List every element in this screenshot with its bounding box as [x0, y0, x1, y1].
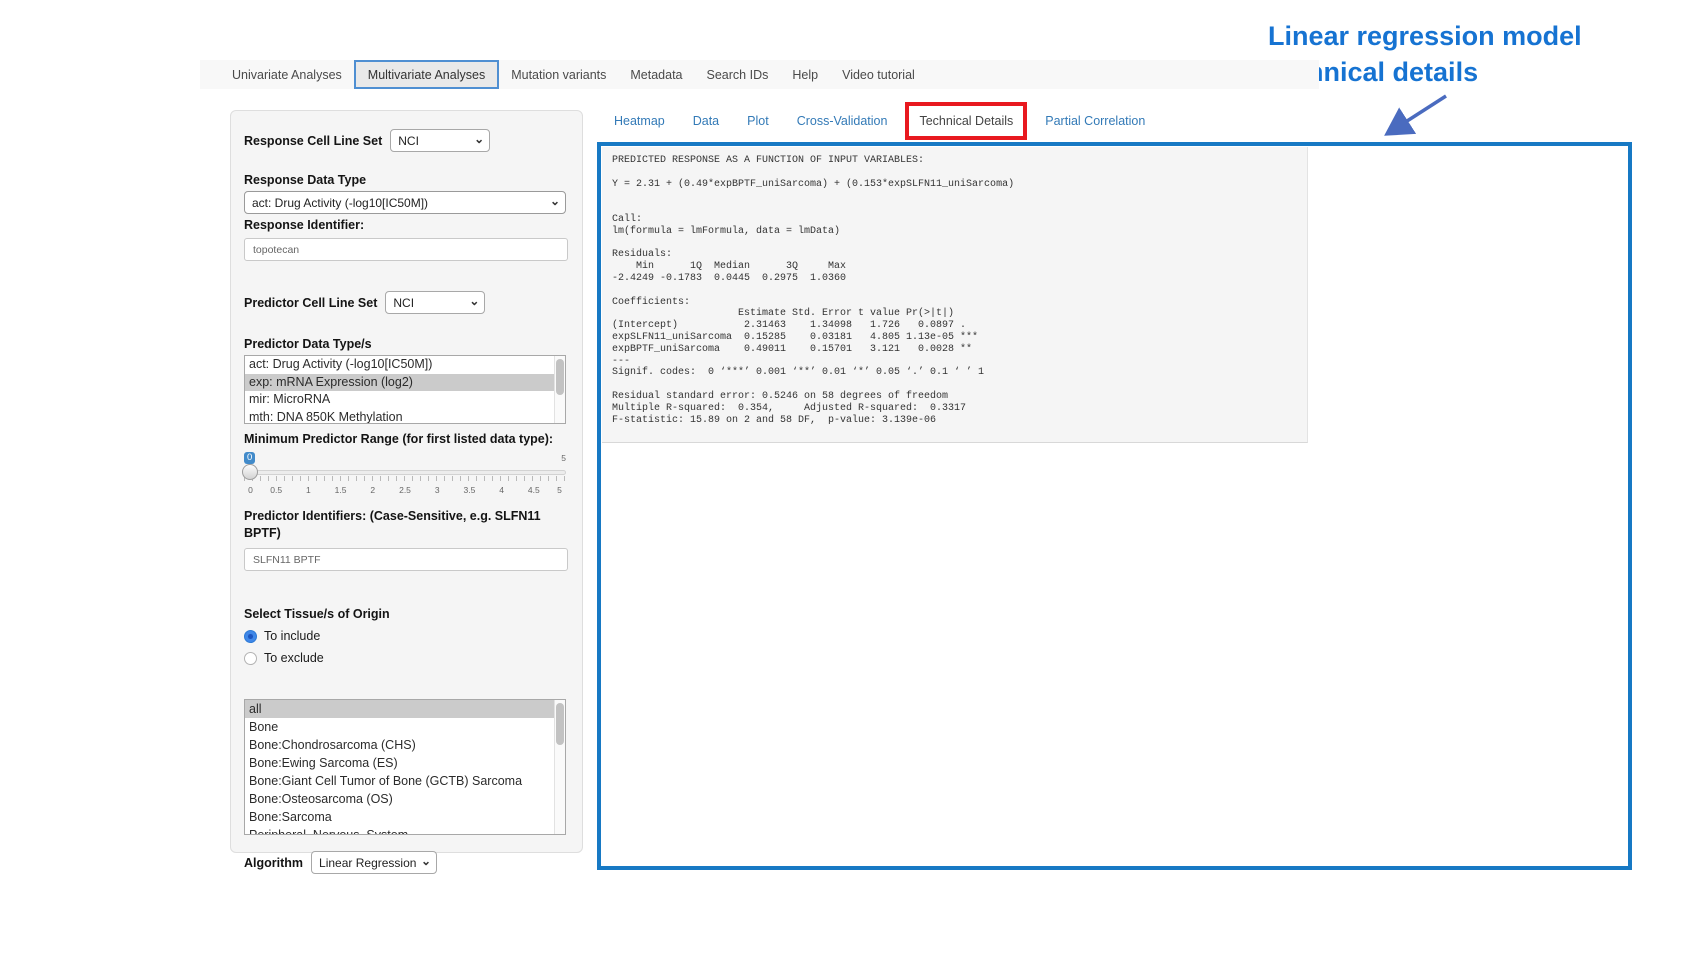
slider-grid	[244, 476, 566, 481]
tab-cross-validation[interactable]: Cross-Validation	[783, 114, 902, 128]
list-item[interactable]: act: Drug Activity (-log10[IC50M])	[245, 356, 565, 374]
list-item[interactable]: Bone:Osteosarcoma (OS)	[245, 790, 565, 808]
predictor-cell-line-set-select[interactable]: NCI ⌄	[385, 291, 485, 314]
list-item[interactable]: Bone:Sarcoma	[245, 808, 565, 826]
nav-video-tutorial[interactable]: Video tutorial	[830, 60, 927, 89]
nav-metadata[interactable]: Metadata	[618, 60, 694, 89]
response-cell-line-set-select[interactable]: NCI ⌄	[390, 129, 490, 152]
nav-multivariate-analyses[interactable]: Multivariate Analyses	[354, 60, 499, 89]
technical-details-highlight-box: Technical Details	[905, 102, 1027, 140]
list-item[interactable]: all	[245, 700, 565, 718]
nav-help[interactable]: Help	[780, 60, 830, 89]
result-tabs: Heatmap Data Plot Cross-Validation Techn…	[600, 100, 1159, 142]
algorithm-label: Algorithm	[244, 856, 303, 870]
radio-button-icon[interactable]	[244, 652, 257, 665]
tissue-origin-label: Select Tissue/s of Origin	[244, 607, 568, 621]
annotation-text: Linear regression model technical detail…	[1268, 18, 1688, 90]
list-item[interactable]: Bone:Chondrosarcoma (CHS)	[245, 736, 565, 754]
list-item[interactable]: Bone:Giant Cell Tumor of Bone (GCTB) Sar…	[245, 772, 565, 790]
list-item[interactable]: exp: mRNA Expression (log2)	[245, 374, 565, 392]
response-data-type-select[interactable]: act: Drug Activity (-log10[IC50M]) ⌄	[244, 191, 566, 214]
list-item[interactable]: Peripheral_Nervous_System	[245, 826, 565, 835]
predictor-data-types-label: Predictor Data Type/s	[244, 337, 568, 351]
annotation-line1: Linear regression model	[1268, 18, 1688, 54]
annotation-arrow-icon	[1368, 88, 1463, 146]
min-predictor-range-slider[interactable]: 0 5 0 0.5 1 1.5 2 2.5 3 3.5 4 4.5 5	[244, 452, 566, 498]
technical-details-panel: PREDICTED RESPONSE AS A FUNCTION OF INPU…	[597, 142, 1632, 870]
slider-max-label: 5	[561, 453, 566, 463]
tab-data[interactable]: Data	[679, 114, 733, 128]
min-predictor-range-label: Minimum Predictor Range (for first liste…	[244, 431, 574, 448]
radio-to-include[interactable]: To include	[244, 629, 568, 643]
nav-mutation-variants[interactable]: Mutation variants	[499, 60, 618, 89]
list-item[interactable]: mir: MicroRNA	[245, 391, 565, 409]
scrollbar-thumb[interactable]	[556, 359, 564, 395]
slider-value-bubble: 0	[244, 452, 255, 464]
top-navbar: Univariate Analyses Multivariate Analyse…	[200, 60, 1319, 89]
annotation-line2: technical details	[1268, 54, 1688, 90]
response-identifier-label: Response Identifier:	[244, 218, 568, 232]
control-sidebar: Response Cell Line Set NCI ⌄ Response Da…	[230, 110, 583, 853]
response-cell-line-set-label: Response Cell Line Set	[244, 134, 382, 148]
slider-handle[interactable]	[242, 464, 258, 480]
list-item[interactable]: Bone	[245, 718, 565, 736]
nav-univariate-analyses[interactable]: Univariate Analyses	[220, 60, 354, 89]
nav-search-ids[interactable]: Search IDs	[695, 60, 781, 89]
slider-tick-labels: 0 0.5 1 1.5 2 2.5 3 3.5 4 4.5 5	[244, 485, 566, 497]
predictor-identifiers-input[interactable]	[244, 548, 568, 571]
predictor-identifiers-label: Predictor Identifiers: (Case-Sensitive, …	[244, 508, 564, 542]
regression-output-text: PREDICTED RESPONSE AS A FUNCTION OF INPU…	[612, 155, 1297, 426]
scrollbar[interactable]	[554, 356, 565, 423]
algorithm-select[interactable]: Linear Regression ⌄	[311, 851, 437, 874]
scrollbar[interactable]	[554, 700, 565, 834]
tab-heatmap[interactable]: Heatmap	[600, 114, 679, 128]
tab-plot[interactable]: Plot	[733, 114, 783, 128]
predictor-data-types-listbox: act: Drug Activity (-log10[IC50M]) exp: …	[244, 355, 566, 424]
list-item[interactable]: mth: DNA 850K Methylation	[245, 409, 565, 425]
radio-to-exclude[interactable]: To exclude	[244, 651, 568, 665]
scrollbar-thumb[interactable]	[556, 703, 564, 745]
tissue-origin-listbox: all Bone Bone:Chondrosarcoma (CHS) Bone:…	[244, 699, 566, 835]
predictor-cell-line-set-label: Predictor Cell Line Set	[244, 296, 377, 310]
tab-technical-details[interactable]: Technical Details	[919, 114, 1013, 128]
list-item[interactable]: Bone:Ewing Sarcoma (ES)	[245, 754, 565, 772]
tab-partial-correlation[interactable]: Partial Correlation	[1031, 114, 1159, 128]
slider-track[interactable]	[244, 470, 566, 475]
regression-output-panel: PREDICTED RESPONSE AS A FUNCTION OF INPU…	[602, 147, 1308, 443]
response-identifier-input[interactable]	[244, 238, 568, 261]
radio-button-icon[interactable]	[244, 630, 257, 643]
response-data-type-label: Response Data Type	[244, 173, 568, 187]
